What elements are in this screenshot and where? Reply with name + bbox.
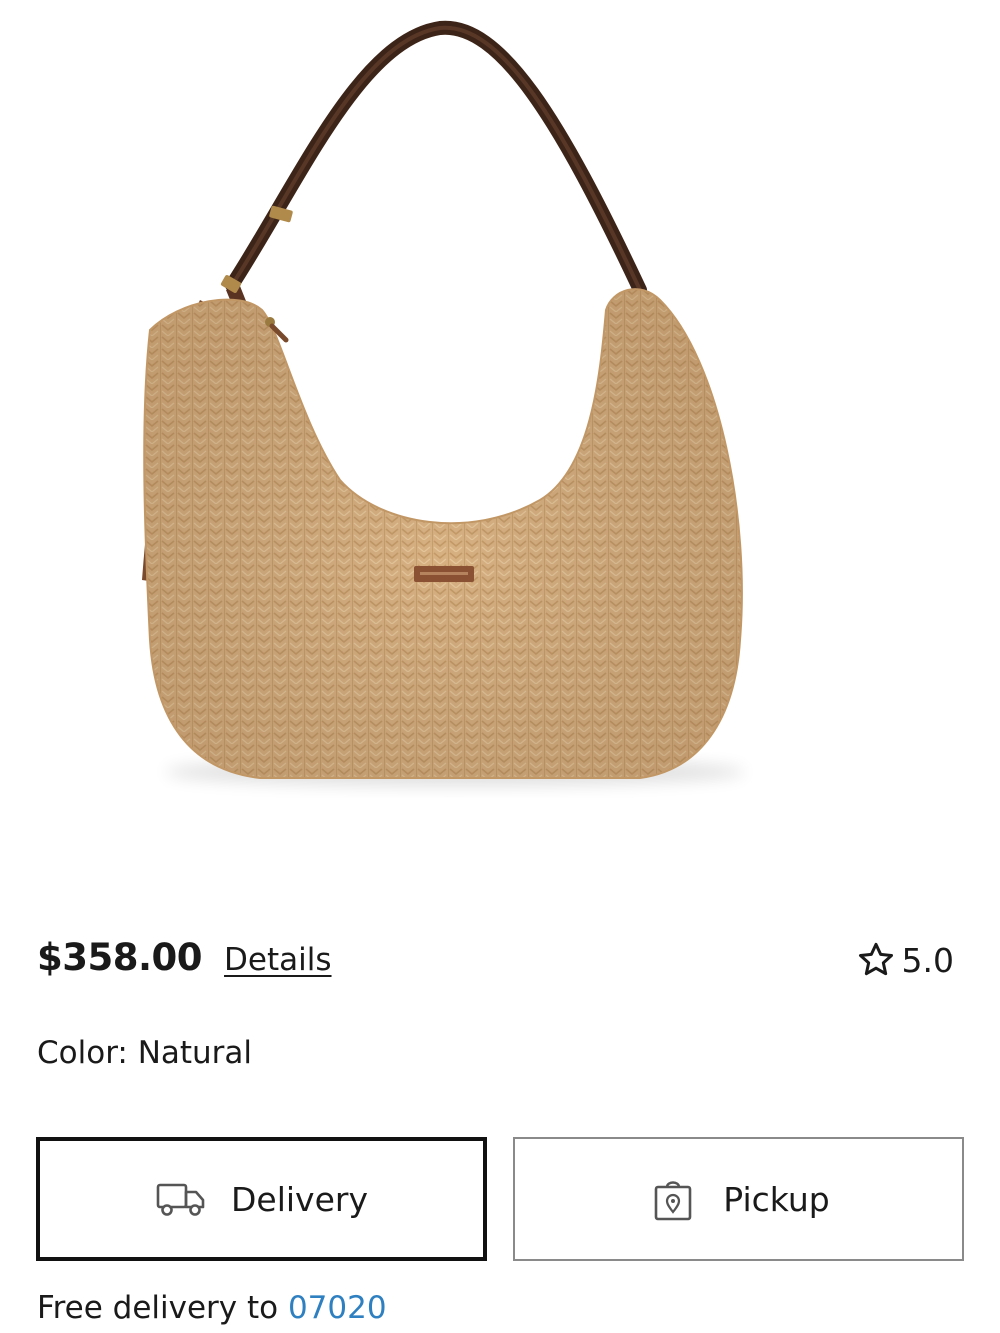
star-outline-icon bbox=[858, 942, 893, 976]
product-price: $358.00 bbox=[37, 936, 203, 979]
shopping-bag-location-icon bbox=[654, 1181, 692, 1221]
product-image[interactable] bbox=[0, 0, 1000, 900]
delivery-button[interactable]: Delivery bbox=[36, 1137, 487, 1261]
pickup-button[interactable]: Pickup bbox=[513, 1137, 964, 1261]
delivery-label: Delivery bbox=[231, 1179, 368, 1219]
details-link[interactable]: Details bbox=[224, 942, 331, 978]
pickup-label: Pickup bbox=[723, 1179, 830, 1219]
truck-icon bbox=[156, 1183, 205, 1216]
free-delivery-prefix: Free delivery to bbox=[37, 1290, 288, 1326]
bag-illustration bbox=[142, 20, 745, 786]
rating[interactable]: 5.0 bbox=[856, 940, 954, 980]
zip-code-link[interactable]: 07020 bbox=[288, 1290, 387, 1326]
rating-value: 5.0 bbox=[901, 940, 954, 980]
free-delivery-text: Free delivery to 07020 bbox=[37, 1290, 387, 1326]
color-label: Color: Natural bbox=[37, 1035, 253, 1071]
price-row: $358.00 Details bbox=[37, 936, 332, 992]
